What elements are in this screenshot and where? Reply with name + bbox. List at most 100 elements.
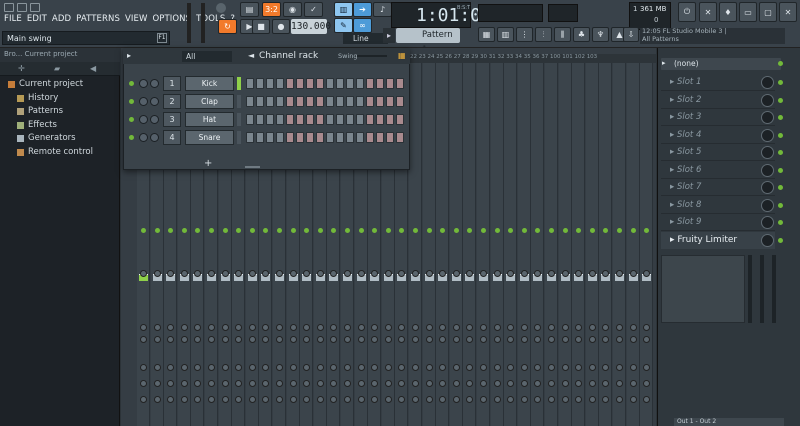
- step-button[interactable]: [366, 114, 374, 125]
- track-led[interactable]: [644, 228, 650, 233]
- track-knob[interactable]: [548, 364, 555, 371]
- track-knob[interactable]: [316, 364, 324, 371]
- step-button[interactable]: [266, 96, 274, 107]
- track-knob[interactable]: [466, 364, 474, 371]
- track-knob[interactable]: [534, 324, 542, 331]
- step-button[interactable]: [396, 96, 404, 107]
- window-menu-icon[interactable]: [4, 3, 14, 12]
- tree-item-remote[interactable]: Remote control: [8, 146, 93, 160]
- step-button[interactable]: [286, 96, 294, 107]
- track-knob[interactable]: [616, 324, 623, 331]
- track-knob[interactable]: [534, 396, 542, 403]
- track-knob[interactable]: [248, 336, 256, 343]
- track-knob[interactable]: [208, 324, 215, 331]
- step-button[interactable]: [376, 114, 384, 125]
- step-button[interactable]: [386, 96, 394, 107]
- channel-volume-knob[interactable]: [150, 79, 159, 88]
- track-knob[interactable]: [153, 380, 161, 387]
- track-knob[interactable]: [316, 336, 324, 343]
- track-knob[interactable]: [208, 396, 215, 403]
- eq-band-slider-1[interactable]: [748, 255, 752, 323]
- slot-mix-knob[interactable]: [761, 181, 774, 194]
- track-knob[interactable]: [588, 364, 596, 371]
- browser-speaker-icon[interactable]: ◀: [90, 64, 96, 73]
- step-button[interactable]: [276, 132, 284, 143]
- track-knob[interactable]: [452, 324, 460, 331]
- rack-scroll-handle[interactable]: [245, 166, 260, 168]
- track-knob[interactable]: [140, 380, 147, 387]
- track-knob[interactable]: [493, 324, 501, 331]
- track-knob[interactable]: [548, 324, 555, 331]
- track-knob[interactable]: [398, 324, 406, 331]
- channel-number[interactable]: 3: [163, 112, 181, 127]
- track-knob[interactable]: [493, 396, 501, 403]
- track-knob[interactable]: [357, 380, 365, 387]
- track-knob[interactable]: [493, 270, 501, 277]
- track-knob[interactable]: [480, 380, 487, 387]
- track-knob[interactable]: [153, 324, 161, 331]
- channel-mute-led[interactable]: [129, 81, 134, 86]
- track-knob[interactable]: [507, 380, 515, 387]
- track-knob[interactable]: [548, 380, 555, 387]
- output-selector[interactable]: Out 1 - Out 2: [674, 418, 784, 426]
- step-button[interactable]: [346, 114, 354, 125]
- track-knob[interactable]: [330, 336, 338, 343]
- track-led[interactable]: [290, 228, 296, 233]
- limiter-mix-knob[interactable]: [761, 234, 774, 247]
- track-knob[interactable]: [180, 380, 188, 387]
- track-knob[interactable]: [344, 364, 351, 371]
- channel-number[interactable]: 4: [163, 130, 181, 145]
- track-knob[interactable]: [262, 396, 270, 403]
- track-knob[interactable]: [561, 324, 569, 331]
- metronome-button[interactable]: ✓: [304, 2, 323, 17]
- slot-mix-knob[interactable]: [761, 111, 774, 124]
- step-button[interactable]: [336, 96, 344, 107]
- track-knob[interactable]: [208, 364, 215, 371]
- tree-item-history[interactable]: History: [8, 92, 93, 106]
- track-knob[interactable]: [575, 396, 583, 403]
- slot-led[interactable]: [778, 150, 783, 155]
- rack-menu-icon[interactable]: ▸: [127, 51, 131, 60]
- tree-root[interactable]: Current project: [8, 78, 93, 92]
- mixer-track-36[interactable]: [626, 62, 640, 426]
- track-led[interactable]: [413, 228, 418, 233]
- track-knob[interactable]: [602, 324, 610, 331]
- track-knob[interactable]: [439, 364, 447, 371]
- step-button[interactable]: [336, 78, 344, 89]
- mixer-track-24[interactable]: [463, 62, 477, 426]
- track-knob[interactable]: [208, 380, 215, 387]
- track-knob[interactable]: [276, 324, 283, 331]
- step-button[interactable]: [296, 114, 304, 125]
- track-knob[interactable]: [548, 270, 555, 277]
- step-button[interactable]: [306, 114, 314, 125]
- track-led[interactable]: [549, 228, 554, 233]
- piano-roll-button[interactable]: ▥: [334, 2, 353, 17]
- track-knob[interactable]: [575, 336, 583, 343]
- fx-slot[interactable]: ▸ Slot 5: [661, 144, 775, 161]
- track-knob[interactable]: [208, 336, 215, 343]
- channel-pan-knob[interactable]: [139, 115, 148, 124]
- power-icon[interactable]: ⏻: [678, 2, 696, 22]
- track-knob[interactable]: [221, 364, 229, 371]
- track-knob[interactable]: [371, 364, 379, 371]
- track-knob[interactable]: [384, 380, 392, 387]
- step-button[interactable]: [356, 114, 364, 125]
- channel-name-button[interactable]: Hat: [185, 112, 234, 127]
- track-knob[interactable]: [493, 336, 501, 343]
- track-knob[interactable]: [629, 396, 637, 403]
- track-knob[interactable]: [371, 336, 379, 343]
- track-knob[interactable]: [384, 364, 392, 371]
- track-knob[interactable]: [276, 380, 283, 387]
- fx-slot[interactable]: ▸ Slot 1: [661, 74, 775, 91]
- track-knob[interactable]: [507, 324, 515, 331]
- eq-band-slider-2[interactable]: [760, 255, 764, 323]
- track-knob[interactable]: [289, 324, 297, 331]
- track-knob[interactable]: [371, 380, 379, 387]
- track-knob[interactable]: [452, 380, 460, 387]
- track-knob[interactable]: [398, 380, 406, 387]
- track-knob[interactable]: [262, 380, 270, 387]
- step-button[interactable]: [356, 78, 364, 89]
- track-knob[interactable]: [588, 324, 596, 331]
- track-knob[interactable]: [520, 324, 528, 331]
- tree-item-effects[interactable]: Effects: [8, 119, 93, 133]
